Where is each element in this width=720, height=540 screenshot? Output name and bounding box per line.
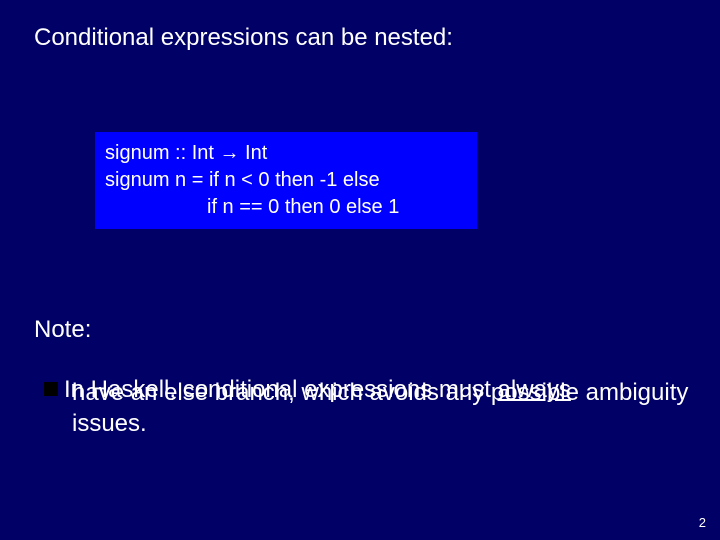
bullet-square-icon	[44, 382, 58, 396]
bullet-body: have an else branch, which avoids any po…	[44, 377, 690, 439]
bullet-item: In Haskell, conditional expressions must…	[44, 374, 690, 440]
page-number: 2	[699, 515, 706, 530]
code-line-1a: signum :: Int	[105, 142, 220, 164]
note-label: Note:	[34, 316, 91, 344]
arrow-icon: →	[220, 142, 240, 164]
code-line-1b: Int	[240, 142, 268, 164]
code-line-2: signum n = if n < 0 then -1 else	[105, 167, 467, 194]
code-block: signum :: Int → Int signum n = if n < 0 …	[95, 132, 477, 229]
slide-heading: Conditional expressions can be nested:	[34, 24, 453, 52]
slide: Conditional expressions can be nested: s…	[0, 0, 720, 540]
code-line-1: signum :: Int → Int	[105, 140, 467, 167]
code-line-3: if n == 0 then 0 else 1	[105, 194, 467, 221]
